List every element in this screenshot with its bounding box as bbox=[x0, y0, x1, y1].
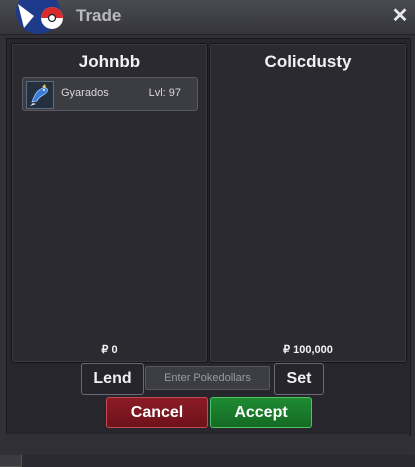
accept-button[interactable]: Accept bbox=[210, 397, 312, 428]
window-title: Trade bbox=[76, 6, 122, 25]
left-money: ₽ 0 bbox=[101, 344, 118, 356]
offer-panel-right: Colicdusty ₽ 100,000 bbox=[209, 43, 407, 363]
right-money: ₽ 100,000 bbox=[283, 344, 333, 356]
item-name: Gyarados bbox=[61, 87, 109, 99]
lend-button[interactable]: Lend bbox=[81, 363, 144, 395]
right-player-name: Colicdusty bbox=[264, 52, 352, 71]
pokeball-logo-icon bbox=[16, 0, 63, 34]
trade-item-slot[interactable]: Gyarados Lvl: 97 bbox=[22, 77, 198, 111]
set-button[interactable]: Set bbox=[274, 363, 324, 395]
item-level: Lvl: 97 bbox=[148, 87, 181, 99]
window-bottom-strip bbox=[6, 434, 409, 455]
left-player-name: Johnbb bbox=[78, 52, 141, 71]
title-bar[interactable]: Trade ✕ bbox=[0, 0, 415, 35]
pokedollars-input[interactable] bbox=[145, 366, 270, 390]
trade-window: Trade ✕ Johnbb Gyarados Lvl: 97 ₽ 0 Coli… bbox=[0, 0, 415, 455]
gyarados-sprite-icon bbox=[26, 81, 54, 109]
close-icon[interactable]: ✕ bbox=[390, 5, 410, 27]
cancel-button[interactable]: Cancel bbox=[106, 397, 208, 428]
offer-panel-left: Johnbb Gyarados Lvl: 97 ₽ 0 bbox=[11, 43, 208, 363]
